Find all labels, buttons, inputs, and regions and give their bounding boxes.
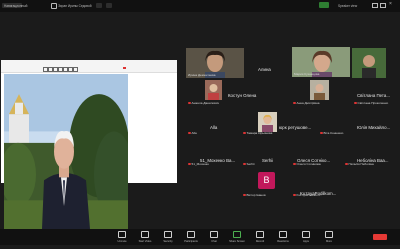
- participant-tile[interactable]: Alla: [210, 116, 217, 134]
- participant-tile[interactable]: Світлана Пета...: [357, 84, 390, 102]
- muted-mic-icon: [293, 193, 296, 197]
- participant-tile[interactable]: Костун Олена: [228, 84, 256, 102]
- participant-video: [205, 80, 222, 100]
- maximize-icon[interactable]: [380, 3, 386, 8]
- meeting-title-chip[interactable]: Навигационный: [2, 3, 27, 8]
- participant-display-name: Світлана Пета...: [357, 93, 390, 98]
- participant-video: [352, 48, 386, 78]
- apps-icon: [302, 231, 310, 238]
- participant-display-name: Serhii: [262, 158, 274, 163]
- muted-mic-icon: [188, 131, 191, 135]
- avatar[interactable]: B: [258, 172, 275, 189]
- microphone-icon: [118, 231, 126, 238]
- participant-name: Наталія Неболіна: [345, 162, 374, 166]
- muted-mic-icon: [243, 162, 246, 166]
- zoom-in-icon[interactable]: [48, 67, 53, 72]
- share-screen-icon: [233, 231, 241, 238]
- muted-mic-icon: [243, 193, 246, 197]
- apps-button[interactable]: Apps: [296, 230, 316, 244]
- reactions-button[interactable]: Reactions: [273, 230, 293, 244]
- muted-mic-icon: [293, 101, 296, 105]
- zoom-out-icon[interactable]: [43, 67, 48, 72]
- end-button[interactable]: [373, 234, 387, 240]
- participant-tile[interactable]: Serhii: [262, 149, 273, 167]
- close-icon[interactable]: ×: [389, 2, 394, 7]
- participant-video: [258, 112, 277, 132]
- more-icon: [325, 231, 333, 238]
- recording-badge: [319, 2, 329, 8]
- window-title-bar: Навигационный Экран Ирины Седовой Speake…: [0, 0, 400, 12]
- participant-name: Анжела Данилович: [188, 101, 219, 105]
- muted-mic-icon: [188, 162, 191, 166]
- participant-name: Тамара Кірьянова: [243, 131, 272, 135]
- participants-icon: [187, 231, 195, 238]
- participant-display-name: Alla: [210, 125, 218, 130]
- chat-icon: [210, 231, 218, 238]
- close-viewer-icon[interactable]: [123, 67, 126, 69]
- video-tile[interactable]: [258, 112, 277, 132]
- muted-mic-icon: [354, 101, 357, 105]
- muted-mic-icon: [320, 131, 323, 135]
- portrait-photo: [4, 74, 128, 229]
- video-tile[interactable]: [352, 48, 386, 78]
- participant-tile[interactable]: Юлія Михайло...: [357, 116, 390, 134]
- participant-display-name: Алина: [258, 67, 271, 72]
- muted-mic-icon: [293, 162, 296, 166]
- minimize-icon[interactable]: [372, 3, 378, 8]
- participant-name: Віктор Іванов: [243, 193, 266, 197]
- participant-name: Alla: [188, 131, 197, 135]
- video-tile[interactable]: [310, 80, 329, 100]
- participant-tile[interactable]: юрк ретушове...: [279, 116, 311, 134]
- print-icon[interactable]: [63, 67, 68, 72]
- camera-icon: [141, 231, 149, 238]
- muted-mic-icon: [345, 162, 348, 166]
- meeting-controls: Unmute Start Video Security Participants…: [0, 229, 400, 245]
- crop-icon[interactable]: [58, 67, 63, 72]
- participant-tile[interactable]: Алина: [258, 58, 271, 76]
- participant-name: Мария Кузнецова: [294, 72, 320, 76]
- share-icon[interactable]: [51, 3, 57, 9]
- participant-display-name: Костун Олена: [228, 93, 257, 98]
- participant-name: Serhii: [243, 162, 254, 166]
- view-options-button[interactable]: [96, 3, 102, 8]
- participant-display-name: юрк ретушове...: [279, 125, 312, 130]
- more-button[interactable]: More: [319, 230, 339, 244]
- participants-button[interactable]: Participants: [181, 230, 201, 244]
- participant-name: Ирина Дементеева: [188, 73, 216, 77]
- mute-button[interactable]: Unmute: [112, 230, 132, 244]
- participant-name: Світлана Прокопенко: [354, 101, 388, 105]
- video-tile[interactable]: Ирина Дементеева: [186, 48, 244, 78]
- shared-screen: [1, 60, 177, 244]
- video-tile[interactable]: [205, 80, 222, 100]
- record-icon: [256, 231, 264, 238]
- muted-mic-icon: [188, 101, 191, 105]
- participant-name: Віта Конюшко: [320, 131, 343, 135]
- participant-name: KuznyaPodilkom...: [293, 193, 322, 197]
- rotate-icon[interactable]: [53, 67, 58, 72]
- participant-name: Олеся Сотнікова: [293, 162, 321, 166]
- participant-display-name: Юлія Михайло...: [357, 125, 391, 130]
- annotate-button[interactable]: [106, 3, 112, 8]
- video-button[interactable]: Start Video: [135, 230, 155, 244]
- meeting-title-label: Навигационный: [4, 4, 28, 8]
- sharing-label: Экран Ирины Седовой: [58, 4, 92, 8]
- security-button[interactable]: Security: [158, 230, 178, 244]
- share-screen-button[interactable]: Share Screen: [227, 230, 247, 244]
- participant-name: Анна Дмитрівна: [293, 101, 319, 105]
- participant-name: 51_Мохенко: [188, 162, 209, 166]
- video-tile[interactable]: Мария Кузнецова: [292, 47, 350, 77]
- muted-mic-icon: [243, 131, 246, 135]
- delete-icon[interactable]: [68, 67, 73, 72]
- participant-tile[interactable]: KuznyaPodilkom...: [300, 182, 336, 200]
- photo-viewer-toolbar: [1, 60, 177, 73]
- shield-icon: [164, 231, 172, 238]
- participant-video: [310, 80, 329, 100]
- record-button[interactable]: Record: [250, 230, 270, 244]
- chat-button[interactable]: Chat: [204, 230, 224, 244]
- emoji-icon: [279, 231, 287, 238]
- edit-icon[interactable]: [73, 67, 78, 72]
- view-label[interactable]: Speaker view: [338, 4, 357, 8]
